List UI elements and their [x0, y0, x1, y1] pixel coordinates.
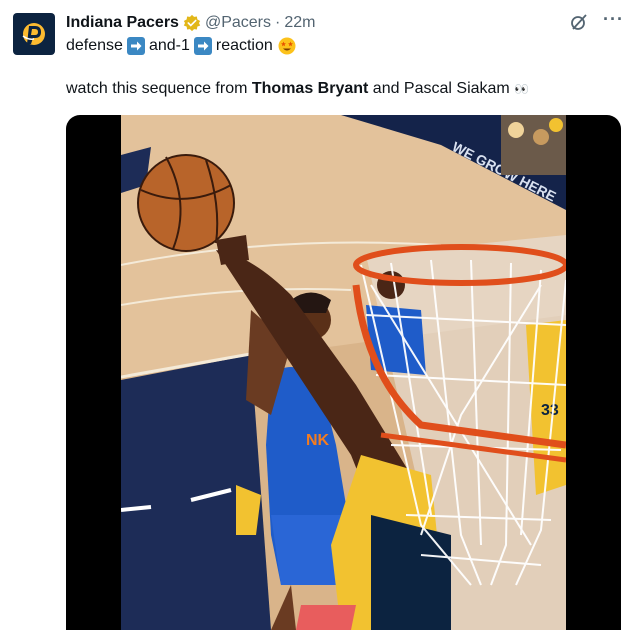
word-reaction: reaction: [215, 37, 273, 54]
basketball-block-video: WE GROW HERE NK 33: [121, 115, 566, 630]
post-time[interactable]: 22m: [284, 14, 315, 32]
right-arrow-emoji-icon: [126, 37, 145, 55]
text-prefix: watch this sequence from: [66, 80, 252, 97]
jersey-number: 33: [541, 402, 559, 419]
video-player[interactable]: WE GROW HERE NK 33: [66, 115, 621, 630]
grok-icon[interactable]: [569, 12, 589, 32]
gold-verified-badge-icon[interactable]: [183, 14, 201, 32]
right-arrow-emoji-icon: [193, 37, 212, 55]
tweet-line-1: defense and-1 reaction: [66, 36, 297, 56]
account-name[interactable]: Indiana Pacers: [66, 14, 179, 32]
tweet[interactable]: Indiana Pacers @Pacers · 22m ··· defense…: [0, 0, 640, 630]
eyes-emoji: 👀: [514, 82, 531, 96]
account-handle[interactable]: @Pacers: [205, 14, 271, 32]
more-dots-icon[interactable]: ···: [603, 10, 624, 28]
video-frame[interactable]: WE GROW HERE NK 33: [121, 115, 566, 630]
star-struck-emoji-icon: [278, 37, 296, 55]
word-defense: defense: [66, 37, 123, 54]
pacers-logo-icon: [22, 23, 45, 45]
tweet-header: Indiana Pacers @Pacers · 22m: [66, 12, 315, 34]
player-mention-bryant: Thomas Bryant: [251, 80, 369, 97]
header-actions: ···: [569, 10, 624, 32]
avatar[interactable]: [13, 13, 55, 55]
word-and-1: and-1: [148, 37, 190, 54]
tweet-text: watch this sequence from Thomas Bryant a…: [66, 80, 530, 98]
svg-text:NK: NK: [306, 432, 330, 449]
separator-dot: ·: [275, 14, 281, 31]
text-middle: and Pascal Siakam: [368, 80, 515, 97]
